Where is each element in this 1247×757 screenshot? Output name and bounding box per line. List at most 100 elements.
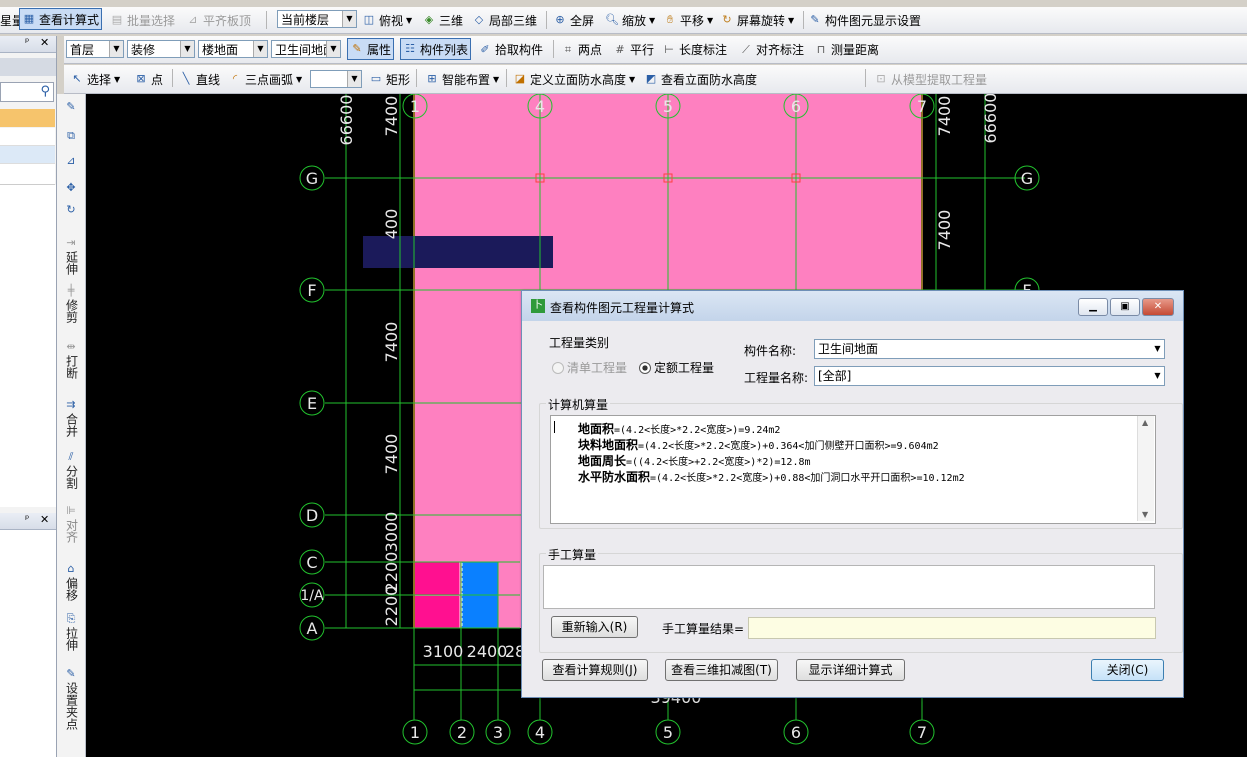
- fullscreen-button[interactable]: ⊕ 全屏: [553, 7, 594, 33]
- pick-component-button[interactable]: ✐ 拾取构件: [478, 36, 543, 63]
- manual-input[interactable]: [543, 565, 1155, 609]
- type-select[interactable]: 楼地面 ▼: [198, 40, 268, 58]
- pin-icon[interactable]: ᵖ: [25, 514, 29, 525]
- merge-tool[interactable]: ⇉ 合并: [61, 398, 81, 440]
- set-grip-tool[interactable]: ✎ 设置夹点: [61, 667, 81, 733]
- line-icon: ╲: [182, 72, 190, 85]
- app-icon: 卜: [531, 299, 545, 313]
- axis-bubble: 4: [527, 719, 553, 745]
- display-settings-button[interactable]: ✎ 构件图元显示设置: [808, 7, 921, 33]
- rect-button[interactable]: ▭ 矩形: [369, 65, 410, 93]
- minimize-button[interactable]: ▁: [1078, 298, 1108, 316]
- show-detail-button[interactable]: 显示详细计算式: [796, 659, 905, 681]
- mirror-tool[interactable]: ⊿: [61, 154, 81, 169]
- offset-tool[interactable]: ⌂ 偏移: [61, 562, 81, 604]
- draw-pen-tool[interactable]: ✎: [61, 100, 81, 115]
- list-item[interactable]: [0, 128, 55, 146]
- calc-scrollbar[interactable]: ▲ ▼: [1137, 416, 1154, 521]
- define-waterproof-button[interactable]: ◪ 定义立面防水高度 ▼: [513, 65, 635, 93]
- qty-name-select[interactable]: [全部] ▼: [814, 366, 1165, 386]
- select-button[interactable]: ↖ 选择 ▼: [70, 65, 120, 93]
- close-window-button[interactable]: ✕: [1142, 298, 1174, 316]
- view-3d-deduct-button[interactable]: 查看三维扣减图(T): [665, 659, 778, 681]
- extend-tool[interactable]: ⇥ 延伸: [61, 236, 81, 278]
- align-dim-button[interactable]: ⟋ 对齐标注: [739, 36, 804, 63]
- parallel-button[interactable]: # 平行: [613, 36, 654, 63]
- svg-text:6: 6: [791, 97, 801, 116]
- chevron-down-icon: ▼: [347, 71, 361, 87]
- close-icon[interactable]: ✕: [40, 36, 49, 49]
- view-rules-button[interactable]: 查看计算规则(J): [542, 659, 648, 681]
- cube-icon: ◈: [424, 13, 434, 26]
- batch-select-button[interactable]: ▤ 批量选择: [110, 7, 175, 33]
- list-item[interactable]: [0, 146, 55, 164]
- floor-select[interactable]: 首层 ▼: [66, 40, 124, 58]
- break-tool[interactable]: ⇹ 打断: [61, 340, 81, 382]
- manual-calc-label: 手工算量: [546, 546, 599, 563]
- maximize-button[interactable]: ▣: [1110, 298, 1140, 316]
- scroll-down-icon[interactable]: ▼: [1142, 510, 1148, 519]
- extract-qty-button[interactable]: ⊡ 从模型提取工程量: [874, 65, 987, 93]
- break-icon: ⇹: [66, 340, 76, 353]
- axis-bubble: F: [299, 277, 325, 303]
- small-room-magenta-top[interactable]: [415, 562, 459, 595]
- chevron-down-icon: ▼: [109, 41, 123, 57]
- radio-checked-icon: [639, 361, 651, 374]
- two-points-button[interactable]: ⌗ 两点: [561, 36, 602, 63]
- measure-button[interactable]: ⊓ 测量距离: [814, 36, 879, 63]
- line-button[interactable]: ╲ 直线: [179, 65, 220, 93]
- list-item-selected[interactable]: [0, 109, 55, 127]
- floor-scope-select[interactable]: 当前楼层 ▼: [277, 10, 357, 28]
- draw-option-select[interactable]: ▼: [310, 70, 362, 88]
- scroll-up-icon[interactable]: ▲: [1142, 418, 1148, 427]
- grip-icon: ✎: [66, 667, 76, 680]
- smart-layout-button[interactable]: ⊞ 智能布置 ▼: [425, 65, 499, 93]
- component-select[interactable]: 卫生间地面 ▼: [271, 40, 341, 58]
- axis-bubble: C: [299, 549, 325, 575]
- rotate-icon: ↻: [66, 203, 76, 216]
- local-3d-icon: ◇: [474, 13, 484, 26]
- reenter-button[interactable]: 重新输入(R): [551, 616, 638, 638]
- category-select[interactable]: 装修 ▼: [127, 40, 195, 58]
- pan-button[interactable]: ✋︎ 平移 ▼: [663, 7, 713, 33]
- rotate-tool[interactable]: ↻: [61, 203, 81, 218]
- small-room-magenta-bottom[interactable]: [415, 596, 459, 628]
- component-list-button[interactable]: ☷ 构件列表: [400, 38, 472, 60]
- properties-button[interactable]: ✎ 属性: [347, 38, 395, 60]
- qty-category-label: 工程量类别: [547, 334, 612, 351]
- axis-bubble: 3: [485, 719, 511, 745]
- copy-tool[interactable]: ⧉: [61, 129, 81, 144]
- svg-text:C: C: [306, 553, 317, 572]
- list-item[interactable]: [0, 164, 55, 185]
- search-input[interactable]: ⚲: [0, 82, 54, 102]
- dim-label: 7400: [382, 322, 401, 363]
- local-3d-button[interactable]: ◇ 局部三维: [472, 7, 537, 33]
- view-calc-button[interactable]: ▦ 查看计算式: [19, 8, 103, 30]
- axis-bubble: 6: [783, 719, 809, 745]
- stretch-tool[interactable]: ⎘ 拉伸: [61, 612, 81, 654]
- close-button[interactable]: 关闭(C): [1091, 659, 1164, 681]
- length-dim-button[interactable]: ⊢ 长度标注: [662, 36, 727, 63]
- close-icon[interactable]: ✕: [40, 513, 49, 526]
- rotate-button[interactable]: ↻ 屏幕旋转 ▼: [720, 7, 794, 33]
- component-name-select[interactable]: 卫生间地面 ▼: [814, 339, 1165, 359]
- align-tool[interactable]: ⊫ 对齐: [61, 504, 81, 546]
- three-d-button[interactable]: ◈ 三维: [422, 7, 463, 33]
- view-waterproof-button[interactable]: ◩ 查看立面防水高度: [644, 65, 757, 93]
- properties-icon: ✎: [352, 42, 362, 55]
- point-button[interactable]: ⊠ 点: [134, 65, 163, 93]
- radio-quota-qty[interactable]: 定额工程量: [639, 359, 714, 376]
- dialog-titlebar[interactable]: 卜 查看构件图元工程量计算式 ▁ ▣ ✕: [522, 291, 1183, 321]
- zoom-button[interactable]: 🔍︎ 缩放 ▼: [605, 7, 655, 33]
- merge-icon: ⇉: [66, 398, 76, 411]
- calc-textarea[interactable]: 地面积=(4.2<长度>*2.2<宽度>)=9.24m2 块料地面积=(4.2<…: [550, 415, 1156, 524]
- copy-icon: ⧉: [67, 129, 75, 142]
- top-view-button[interactable]: ◫ 俯视 ▼: [362, 7, 412, 33]
- align-top-button[interactable]: ⊿ 平齐板顶: [186, 7, 251, 33]
- trim-tool[interactable]: ╪ 修剪: [61, 284, 81, 326]
- move-tool[interactable]: ✥: [61, 181, 81, 196]
- split-tool[interactable]: ⫽ 分割: [61, 450, 81, 492]
- pin-icon[interactable]: ᵖ: [25, 37, 29, 48]
- svg-text:A: A: [307, 619, 318, 638]
- arc-button[interactable]: ◜ 三点画弧 ▼: [228, 65, 302, 93]
